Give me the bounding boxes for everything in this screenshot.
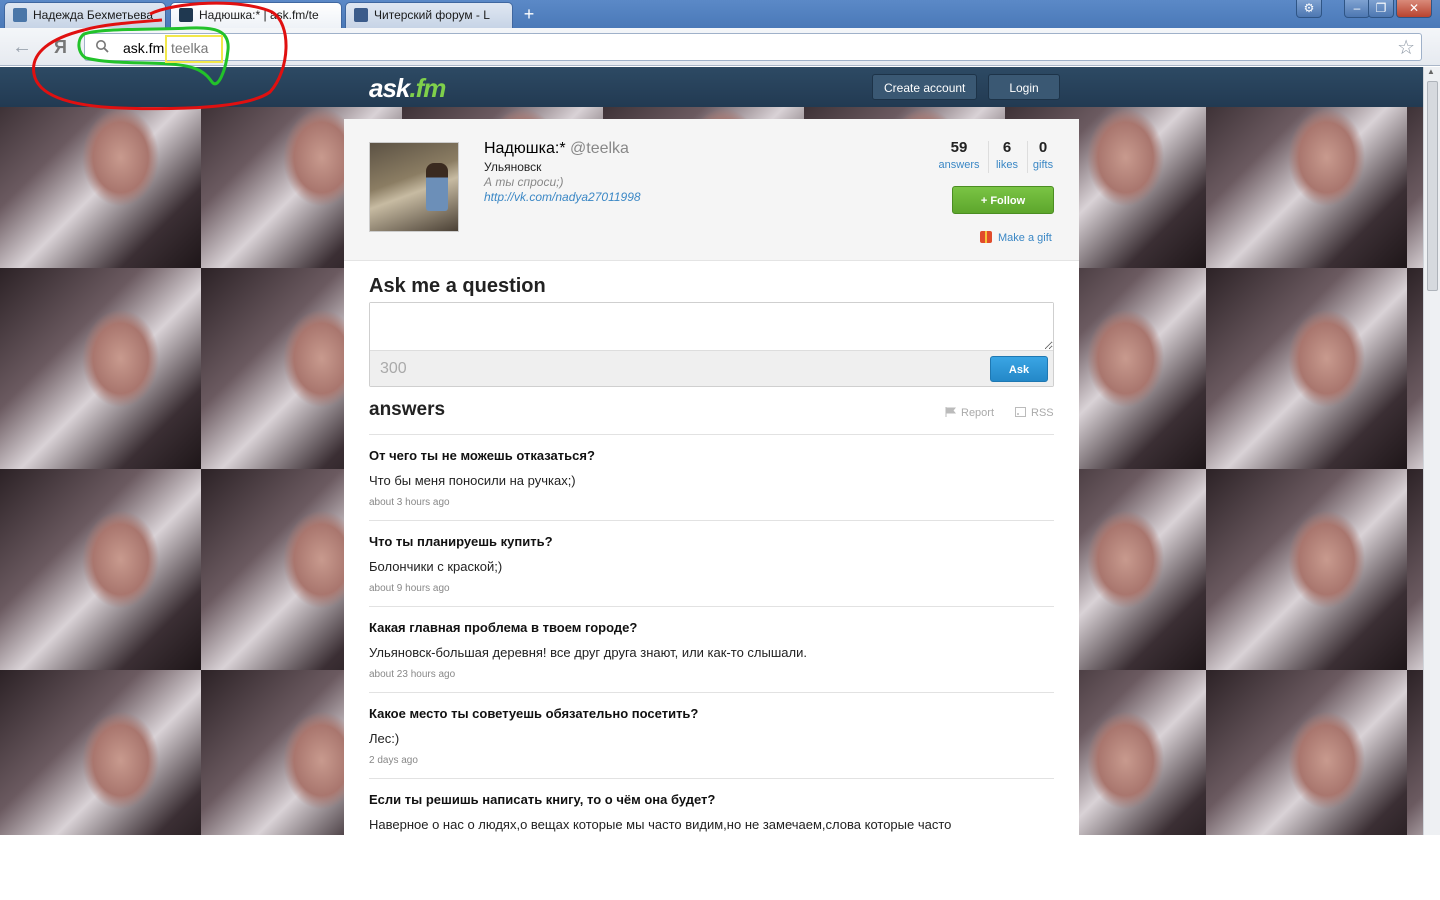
answer-question[interactable]: Какая главная проблема в твоем городе? [369, 620, 637, 635]
display-name: Надюшка:* [484, 140, 566, 157]
askfm-logo[interactable]: ask.fm [369, 73, 446, 104]
profile-bio: А ты спроси;) [484, 175, 564, 189]
stat-likes[interactable]: 6 likes [992, 139, 1022, 171]
answer-item: Что ты планируешь купить? Болончики с кр… [369, 520, 1054, 606]
tab-2[interactable]: Надюшка:* | ask.fm/te [170, 2, 342, 28]
stat-answers[interactable]: 59 answers [936, 139, 982, 171]
answer-item: Какое место ты советуешь обязательно пос… [369, 692, 1054, 778]
new-tab-button[interactable]: + [516, 4, 542, 24]
profile-card: Надюшка:* @teelka Ульяновск А ты спроси;… [344, 119, 1079, 835]
report-link[interactable]: Report [945, 407, 994, 419]
minimize-button[interactable]: – [1344, 0, 1370, 18]
follow-button[interactable]: + Follow [952, 186, 1054, 214]
profile-city: Ульяновск [484, 160, 542, 174]
bookmark-star-icon[interactable]: ☆ [1397, 35, 1415, 60]
url-host: ask.fm [123, 40, 165, 56]
answer-time[interactable]: about 9 hours ago [369, 583, 450, 594]
stat-label: answers [938, 159, 980, 171]
avatar[interactable] [369, 142, 459, 232]
answer-item: Какая главная проблема в твоем городе? У… [369, 606, 1054, 692]
scroll-up-arrow-icon[interactable]: ▲ [1427, 67, 1435, 76]
tab-title: Читерский форум - L [374, 8, 490, 22]
stat-label: likes [995, 159, 1018, 171]
make-gift-link[interactable]: Make a gift [980, 231, 1052, 244]
avatar-figure [426, 163, 448, 211]
ask-form-footer: 300 Ask [370, 350, 1053, 386]
answer-time[interactable]: 2 days ago [369, 755, 418, 766]
answer-question[interactable]: Если ты решишь написать книгу, то о чём … [369, 792, 715, 807]
answer-item: Если ты решишь написать книгу, то о чём … [369, 778, 1054, 835]
tab-1[interactable]: Надежда Бехметьева [4, 2, 166, 28]
username: @teelka [570, 140, 629, 157]
answer-text: Что бы меня поносили на ручках;) [369, 473, 576, 488]
stat-value: 59 [950, 139, 968, 156]
yandex-icon[interactable]: Я [54, 37, 67, 58]
page-viewport: ask.fm Create account Login Надюшка:* @t… [0, 67, 1423, 835]
browser-toolbar: ← Я ask.fm teelka ☆ [0, 28, 1440, 66]
logo-text: ask [369, 73, 410, 103]
answers-title: answers [369, 399, 446, 420]
close-window-button[interactable]: ✕ [1396, 0, 1432, 18]
rss-label: RSS [1031, 407, 1054, 419]
answer-time[interactable]: about 3 hours ago [369, 497, 450, 508]
profile-name: Надюшка:* @teelka [484, 140, 629, 158]
logo-accent: .fm [409, 73, 446, 103]
ask-button[interactable]: Ask [990, 356, 1048, 382]
answer-question[interactable]: Что ты планируешь купить? [369, 534, 553, 549]
create-account-button[interactable]: Create account [872, 74, 978, 100]
vk-favicon-icon [13, 8, 27, 22]
back-arrow-icon[interactable]: ← [12, 36, 32, 59]
answer-time[interactable]: about 23 hours ago [369, 669, 455, 680]
report-label: Report [961, 407, 995, 419]
profile-link[interactable]: http://vk.com/nadya27011998 [484, 190, 641, 204]
char-counter: 300 [380, 360, 407, 377]
profile-header: Надюшка:* @teelka Ульяновск А ты спроси;… [344, 119, 1079, 261]
answer-text: Наверное о нас о людях,о вещах которые м… [369, 817, 952, 832]
stat-label: gifts [1032, 159, 1054, 171]
search-icon [96, 40, 109, 53]
stat-gifts[interactable]: 0 gifts [1030, 139, 1056, 171]
answer-text: Лес:) [369, 731, 400, 746]
tab-3[interactable]: Читерский форум - L [345, 2, 513, 28]
answers-list: От чего ты не можешь отказаться? Что бы … [369, 434, 1054, 835]
askfm-header: ask.fm Create account Login [0, 67, 1423, 107]
maximize-button[interactable]: ❐ [1368, 0, 1394, 18]
page-scrollbar[interactable]: ▲ [1423, 67, 1440, 835]
stat-value: 0 [1038, 139, 1048, 156]
tab-title: Надюшка:* | ask.fm/te [199, 8, 319, 22]
address-bar[interactable]: ask.fm teelka ☆ [84, 33, 1422, 61]
question-input[interactable] [370, 303, 1053, 350]
answer-question[interactable]: Какое место ты советуешь обязательно пос… [369, 706, 698, 721]
scrollbar-thumb[interactable] [1427, 81, 1438, 291]
tab-title: Надежда Бехметьева [33, 8, 154, 22]
answer-text: Болончики с краской;) [369, 559, 503, 574]
askfm-favicon-icon [179, 8, 193, 22]
gift-icon [980, 231, 992, 243]
url-path: teelka [171, 40, 209, 56]
ask-form: 300 Ask [369, 302, 1054, 387]
make-gift-label: Make a gift [998, 232, 1052, 244]
rss-icon [1015, 407, 1026, 417]
stat-divider [1027, 141, 1028, 173]
answer-text: Ульяновск-большая деревня! все друг друг… [369, 645, 807, 660]
login-button[interactable]: Login [988, 74, 1060, 100]
answer-item: От чего ты не можешь отказаться? Что бы … [369, 434, 1054, 520]
stat-value: 6 [1002, 139, 1012, 156]
browser-tab-bar: Надежда Бехметьева Надюшка:* | ask.fm/te… [0, 0, 1440, 28]
ask-title: Ask me a question [369, 275, 546, 297]
forum-favicon-icon [354, 8, 368, 22]
answer-question[interactable]: От чего ты не можешь отказаться? [369, 448, 595, 463]
rss-link[interactable]: RSS [1015, 407, 1054, 419]
stat-divider [988, 141, 989, 173]
flag-icon [945, 407, 956, 417]
settings-icon[interactable]: ⚙ [1296, 0, 1322, 18]
